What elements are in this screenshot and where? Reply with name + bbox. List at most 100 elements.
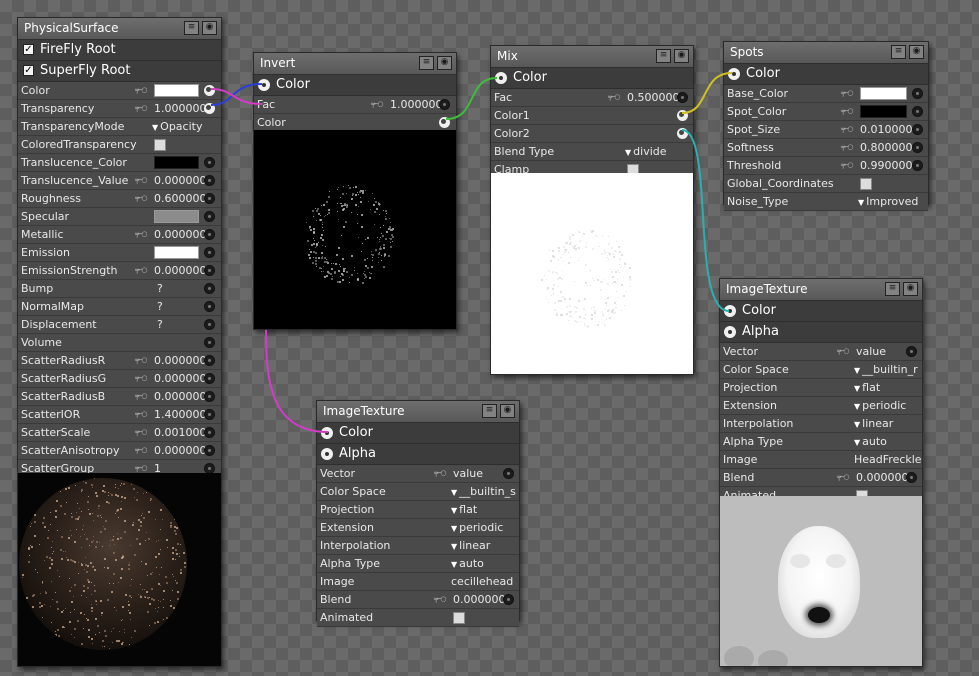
param-row-volume[interactable]: Volume <box>18 334 221 352</box>
list-icon[interactable]: ≡ <box>419 56 434 70</box>
color-swatch[interactable] <box>860 87 907 100</box>
input-socket-icon[interactable] <box>204 391 215 402</box>
input-socket-icon[interactable] <box>204 193 215 204</box>
keyframe-key-icon[interactable]: ╤─○ <box>135 370 148 387</box>
param-dropdown[interactable]: periodic <box>451 519 503 537</box>
input-socket-icon[interactable] <box>204 157 215 168</box>
input-socket-icon[interactable] <box>204 409 215 420</box>
node-title[interactable]: PhysicalSurface ≡ ◉ <box>18 18 221 40</box>
param-dropdown[interactable]: flat <box>854 379 880 397</box>
param-row-color-space[interactable]: Color Space __builtin_s <box>317 483 519 501</box>
param-row-blend[interactable]: Blend ╤─○ 0.000000 <box>720 469 922 487</box>
param-row-specular[interactable]: Specular <box>18 208 221 226</box>
invert-node[interactable]: Invert ≡ ◉ Color Fac ╤─○ 1.000000 Color <box>253 52 457 330</box>
param-value[interactable]: 0.000000 <box>154 262 207 279</box>
image-texture-node-2[interactable]: ImageTexture ≡ ◉ Color Alpha Vector ╤─○ va… <box>719 278 923 667</box>
param-value[interactable]: 0.001000 <box>154 424 207 441</box>
keyframe-key-icon[interactable]: ╤─○ <box>135 82 148 99</box>
param-row-base-color[interactable]: Base_Color ╤─○ <box>724 85 928 103</box>
param-row-spot-size[interactable]: Spot_Size ╤─○ 0.010000 <box>724 121 928 139</box>
param-row-normalmap[interactable]: NormalMap? <box>18 298 221 316</box>
param-value[interactable]: 1.000000 <box>154 100 207 117</box>
input-socket-icon[interactable] <box>912 88 923 99</box>
spots-node[interactable]: Spots ≡ ◉ Color Base_Color ╤─○ Spot_Color ╤… <box>723 41 929 211</box>
physical-surface-node[interactable]: PhysicalSurface ≡ ◉ ✓ FireFly Root ✓ Sup… <box>17 17 222 667</box>
input-socket-icon[interactable] <box>204 175 215 186</box>
param-value[interactable]: 0.000000 <box>154 172 207 189</box>
param-row-translucence-value[interactable]: Translucence_Value ╤─○ 0.000000 <box>18 172 221 190</box>
output-socket-icon[interactable] <box>677 128 688 139</box>
param-value[interactable]: 0.000000 <box>154 352 207 369</box>
param-row-softness[interactable]: Softness ╤─○ 0.800000 <box>724 139 928 157</box>
keyframe-key-icon[interactable]: ╤─○ <box>135 424 148 441</box>
color-swatch[interactable] <box>154 246 199 259</box>
output-color[interactable]: Color <box>724 64 928 85</box>
input-socket-icon[interactable] <box>204 427 215 438</box>
input-socket-icon[interactable] <box>677 92 688 103</box>
param-dropdown[interactable]: Improved <box>858 193 918 211</box>
unset-value[interactable]: ? <box>157 316 163 333</box>
keyframe-key-icon[interactable]: ╤─○ <box>371 96 384 113</box>
keyframe-key-icon[interactable]: ╤─○ <box>837 469 850 486</box>
output-socket-icon[interactable] <box>204 103 215 114</box>
output-socket-icon[interactable] <box>724 326 736 338</box>
output-socket-icon[interactable] <box>258 79 270 91</box>
param-row-transparency[interactable]: Transparency ╤─○ 1.000000 <box>18 100 221 118</box>
input-socket-icon[interactable] <box>204 319 215 330</box>
param-row-translucence-color[interactable]: Translucence_Color <box>18 154 221 172</box>
keyframe-key-icon[interactable]: ╤─○ <box>135 262 148 279</box>
param-row-color1[interactable]: Color1 <box>491 107 693 125</box>
param-row-transparencymode[interactable]: TransparencyMode Opacity <box>18 118 221 136</box>
output-socket-icon[interactable] <box>724 305 736 317</box>
param-row-noise-type[interactable]: Noise_Type Improved <box>724 193 928 211</box>
input-socket-icon[interactable] <box>204 373 215 384</box>
input-socket-icon[interactable] <box>204 337 215 348</box>
param-value[interactable]: 0.000000 <box>154 442 207 459</box>
checkbox-icon[interactable] <box>154 139 166 151</box>
param-value[interactable]: value <box>856 343 886 360</box>
param-row-global-coordinates[interactable]: Global_Coordinates <box>724 175 928 193</box>
input-socket-icon[interactable] <box>204 301 215 312</box>
input-socket-icon[interactable] <box>204 265 215 276</box>
param-row-color[interactable]: Color ╤─○ <box>18 82 221 100</box>
param-row-interpolation[interactable]: Interpolation linear <box>317 537 519 555</box>
node-title[interactable]: Invert ≡ ◉ <box>254 53 456 75</box>
unset-value[interactable]: ? <box>157 298 163 315</box>
param-dropdown[interactable]: auto <box>854 433 887 451</box>
param-row-extension[interactable]: Extension periodic <box>317 519 519 537</box>
input-socket-icon[interactable] <box>906 472 917 483</box>
param-dropdown[interactable]: Opacity <box>152 118 202 136</box>
param-row-metallic[interactable]: Metallic ╤─○ 0.000000 <box>18 226 221 244</box>
param-row-fac[interactable]: Fac ╤─○ 1.000000 <box>254 96 456 114</box>
param-dropdown[interactable]: auto <box>451 555 484 573</box>
keyframe-key-icon[interactable]: ╤─○ <box>841 157 854 174</box>
keyframe-key-icon[interactable]: ╤─○ <box>135 388 148 405</box>
keyframe-key-icon[interactable]: ╤─○ <box>837 343 850 360</box>
image-texture-node-1[interactable]: ImageTexture ≡ ◉ Color Alpha Vector ╤─○ va… <box>316 400 520 627</box>
input-socket-icon[interactable] <box>906 346 917 357</box>
param-value[interactable]: 0.800000 <box>860 139 913 156</box>
keyframe-key-icon[interactable]: ╤─○ <box>608 89 621 106</box>
param-value[interactable]: 0.990000 <box>860 157 913 174</box>
param-row-blend[interactable]: Blend ╤─○ 0.000000 <box>317 591 519 609</box>
param-row-emission[interactable]: Emission <box>18 244 221 262</box>
unset-value[interactable]: ? <box>157 280 163 297</box>
param-row-color2[interactable]: Color2 <box>491 125 693 143</box>
param-row-vector[interactable]: Vector ╤─○ value <box>720 343 922 361</box>
input-socket-icon[interactable] <box>204 445 215 456</box>
param-dropdown[interactable]: flat <box>451 501 477 519</box>
list-icon[interactable]: ≡ <box>656 49 671 63</box>
keyframe-key-icon[interactable]: ╤─○ <box>135 100 148 117</box>
output-color[interactable]: Color <box>254 75 456 96</box>
param-value[interactable]: 1.400000 <box>154 406 207 423</box>
keyframe-key-icon[interactable]: ╤─○ <box>434 465 447 482</box>
output-socket-icon[interactable] <box>495 72 507 84</box>
param-dropdown[interactable]: linear <box>451 537 490 555</box>
param-row-coloredtransparency[interactable]: ColoredTransparency <box>18 136 221 154</box>
output-alpha[interactable]: Alpha <box>720 322 922 343</box>
input-socket-icon[interactable] <box>204 211 215 222</box>
output-color[interactable]: Color <box>491 68 693 89</box>
preview-toggle-icon[interactable]: ◉ <box>500 404 515 418</box>
param-row-scatterior[interactable]: ScatterIOR ╤─○ 1.400000 <box>18 406 221 424</box>
param-row-alpha-type[interactable]: Alpha Type auto <box>720 433 922 451</box>
